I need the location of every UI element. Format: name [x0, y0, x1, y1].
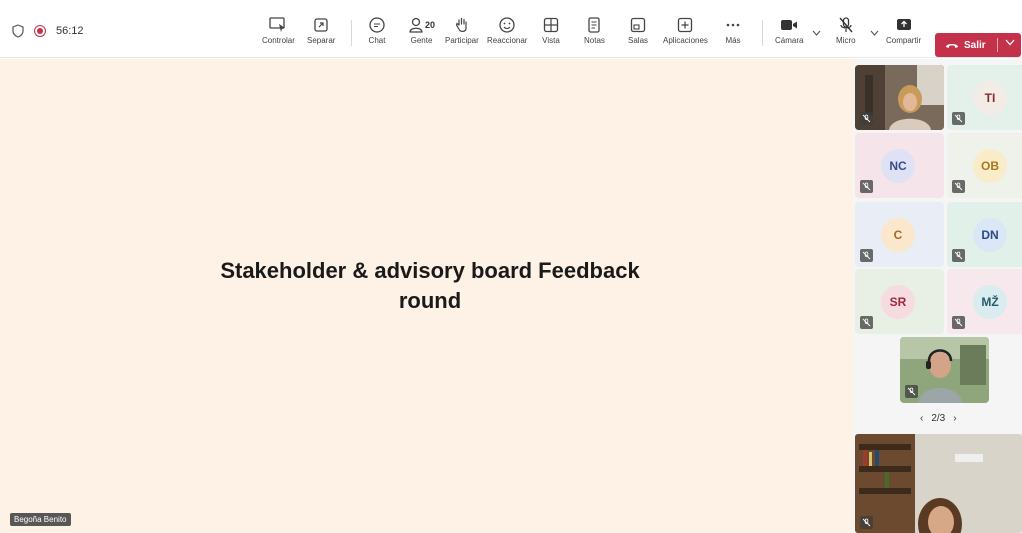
- mic-muted-icon: [860, 180, 873, 193]
- pop-out-icon: [314, 18, 328, 32]
- avatar: C: [881, 218, 915, 252]
- rooms-icon: [630, 17, 646, 33]
- slide-title: Stakeholder & advisory board Feedback ro…: [220, 258, 640, 313]
- participant-video-tile[interactable]: [900, 337, 989, 403]
- participant-gallery: TI NC OB C DN SR MŽ: [853, 59, 1022, 533]
- mic-muted-icon: [952, 112, 965, 125]
- leave-button[interactable]: Salir: [935, 33, 1021, 57]
- grid-icon: [543, 17, 559, 33]
- participant-avatar-tile[interactable]: OB: [947, 133, 1022, 198]
- mic-muted-icon: [952, 180, 965, 193]
- rooms-button[interactable]: Salas: [628, 14, 648, 45]
- meeting-timer: 56:12: [56, 25, 84, 37]
- mic-muted-icon: [860, 316, 873, 329]
- avatar: SR: [881, 285, 915, 319]
- avatar: DN: [973, 218, 1007, 252]
- mic-muted-icon: [839, 17, 853, 33]
- participant-avatar-tile[interactable]: NC: [855, 133, 944, 198]
- view-button[interactable]: Vista: [542, 14, 560, 45]
- participant-avatar-tile[interactable]: C: [855, 202, 944, 267]
- people-icon: [409, 17, 423, 33]
- react-button[interactable]: Reaccionar: [487, 14, 527, 45]
- apps-button[interactable]: Aplicaciones: [663, 14, 708, 45]
- participant-avatar-tile[interactable]: TI: [947, 65, 1022, 130]
- leave-options-chevron-icon[interactable]: [1005, 39, 1015, 46]
- more-icon: [726, 23, 740, 27]
- camera-button[interactable]: Cámara: [775, 14, 803, 45]
- participant-video-tile[interactable]: [855, 65, 944, 130]
- mic-muted-icon: [952, 316, 965, 329]
- share-button[interactable]: Compartir: [886, 14, 921, 45]
- raise-hand-button[interactable]: Participar: [445, 14, 479, 45]
- shared-content-stage: Stakeholder & advisory board Feedback ro…: [0, 59, 853, 533]
- video-feed-image: [855, 434, 1022, 533]
- people-button[interactable]: 20 Gente: [408, 14, 435, 45]
- mic-options-chevron-icon[interactable]: [870, 30, 879, 36]
- mic-muted-icon: [860, 249, 873, 262]
- meeting-status: 56:12: [12, 24, 84, 38]
- mic-muted-icon: [905, 385, 918, 398]
- chat-icon: [369, 17, 385, 33]
- notes-button[interactable]: Notas: [584, 14, 605, 45]
- add-app-icon: [678, 17, 693, 33]
- avatar: TI: [973, 81, 1007, 115]
- participant-avatar-tile[interactable]: SR: [855, 269, 944, 334]
- participant-video-tile[interactable]: [855, 434, 1022, 533]
- control-icon: [269, 17, 286, 32]
- emoji-icon: [499, 17, 515, 33]
- chevron-right-icon[interactable]: ›: [953, 413, 956, 424]
- avatar: OB: [973, 149, 1007, 183]
- notes-icon: [588, 17, 601, 33]
- shield-icon: [12, 24, 24, 38]
- share-icon: [896, 19, 911, 30]
- avatar: MŽ: [973, 285, 1007, 319]
- people-count: 20: [425, 20, 436, 30]
- chevron-left-icon[interactable]: ‹: [920, 413, 923, 424]
- control-button[interactable]: Controlar: [262, 14, 295, 45]
- participant-avatar-tile[interactable]: MŽ: [947, 269, 1022, 334]
- camera-icon: [781, 20, 798, 30]
- hand-icon: [455, 17, 467, 32]
- mic-muted-icon: [860, 516, 873, 529]
- avatar: NC: [881, 149, 915, 183]
- mic-muted-icon: [952, 249, 965, 262]
- meeting-toolbar: 56:12 Controlar Separar Chat 20 Gente Pa…: [0, 10, 1022, 58]
- hang-up-icon: [946, 44, 958, 48]
- more-button[interactable]: Más: [725, 14, 741, 45]
- gallery-page-indicator: 2/3: [931, 413, 946, 424]
- gallery-pager: ‹ 2/3 ›: [920, 413, 957, 424]
- camera-options-chevron-icon[interactable]: [812, 30, 821, 36]
- recording-icon: [34, 25, 46, 37]
- participant-avatar-tile[interactable]: DN: [947, 202, 1022, 267]
- mic-button[interactable]: Micro: [836, 14, 856, 45]
- pop-out-button[interactable]: Separar: [307, 14, 335, 45]
- chat-button[interactable]: Chat: [368, 14, 386, 45]
- mic-muted-icon: [860, 112, 873, 125]
- presenter-name-tag: Begoña Benito: [10, 513, 71, 526]
